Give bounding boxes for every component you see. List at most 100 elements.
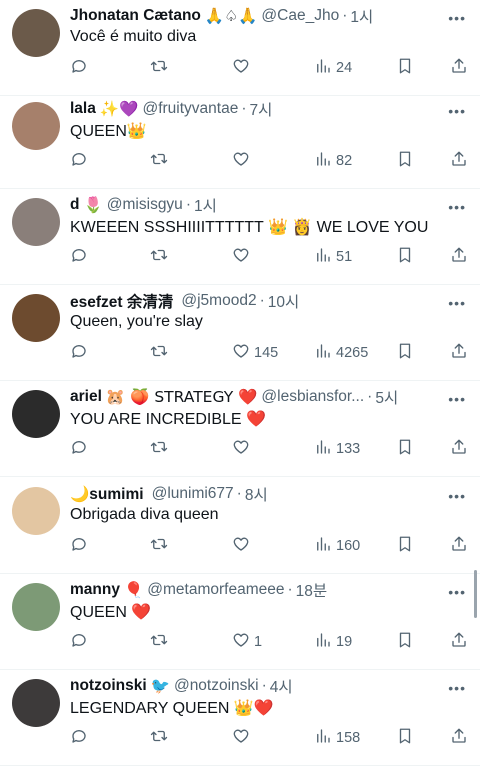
- bookmark-button[interactable]: [396, 58, 414, 78]
- avatar[interactable]: [12, 583, 60, 631]
- views-button[interactable]: 158: [314, 728, 360, 748]
- share-button[interactable]: [450, 151, 468, 171]
- tweet-item[interactable]: d 🌷 @misisgyu · 1시 ••• KWEEEN SSSHIIIITT…: [0, 189, 480, 285]
- reply-button[interactable]: [70, 728, 92, 748]
- tweet-item[interactable]: ariel 🐹 🍑 STRATEGY ❤️ @lesbiansfor... · …: [0, 381, 480, 477]
- like-button[interactable]: [232, 151, 254, 171]
- avatar[interactable]: [12, 487, 60, 535]
- bookmark-button[interactable]: [396, 632, 414, 652]
- like-button[interactable]: 1: [232, 632, 262, 652]
- like-button[interactable]: [232, 247, 254, 267]
- author-handle[interactable]: @fruityvantae: [142, 100, 238, 118]
- scrollbar[interactable]: [474, 570, 477, 618]
- author-name[interactable]: 🌙sumimi: [70, 485, 144, 504]
- author-name[interactable]: d: [70, 196, 79, 214]
- reply-icon: [70, 727, 88, 749]
- bookmark-button[interactable]: [396, 151, 414, 171]
- reply-icon: [70, 57, 88, 79]
- like-count: 145: [254, 345, 279, 361]
- more-icon[interactable]: •••: [448, 295, 466, 311]
- author-name[interactable]: esefzet 余清清: [70, 290, 173, 312]
- like-button[interactable]: [232, 58, 254, 78]
- author-handle[interactable]: @Cae_Jho: [261, 7, 339, 25]
- tweet-item[interactable]: esefzet 余清清 @j5mood2 · 10시 ••• Queen, yo…: [0, 285, 480, 381]
- bookmark-button[interactable]: [396, 439, 414, 459]
- retweet-button[interactable]: [150, 343, 172, 363]
- author-handle[interactable]: @misisgyu: [107, 196, 183, 214]
- timestamp[interactable]: 7시: [250, 98, 273, 120]
- views-button[interactable]: 24: [314, 58, 352, 78]
- author-name[interactable]: ariel: [70, 388, 102, 406]
- bookmark-button[interactable]: [396, 728, 414, 748]
- timestamp[interactable]: 1시: [194, 194, 217, 216]
- more-icon[interactable]: •••: [448, 584, 466, 600]
- like-button[interactable]: 145: [232, 343, 278, 363]
- bookmark-button[interactable]: [396, 343, 414, 363]
- author-handle[interactable]: @lesbiansfor...: [261, 388, 364, 406]
- timestamp[interactable]: 1시: [350, 5, 373, 27]
- views-button[interactable]: 4265: [314, 343, 368, 363]
- tweet-item[interactable]: notzoinski 🐦 @notzoinski · 4시 ••• LEGEND…: [0, 670, 480, 766]
- retweet-button[interactable]: [150, 58, 172, 78]
- author-handle[interactable]: @notzoinski: [174, 677, 259, 695]
- share-button[interactable]: [450, 632, 468, 652]
- reply-button[interactable]: [70, 343, 92, 363]
- author-handle[interactable]: @lunimi677: [152, 485, 234, 503]
- timestamp[interactable]: 10시: [268, 290, 300, 312]
- more-icon[interactable]: •••: [448, 680, 466, 696]
- like-button[interactable]: [232, 536, 254, 556]
- views-button[interactable]: 82: [314, 151, 352, 171]
- author-name[interactable]: lala: [70, 100, 96, 118]
- tweet-item[interactable]: 🌙sumimi @lunimi677 · 8시 ••• Obrigada div…: [0, 478, 480, 574]
- more-icon[interactable]: •••: [448, 103, 466, 119]
- more-icon[interactable]: •••: [448, 199, 466, 215]
- tweet-item[interactable]: lala ✨💜 @fruityvantae · 7시 ••• QUEEN👑 82: [0, 93, 480, 189]
- like-button[interactable]: [232, 728, 254, 748]
- share-button[interactable]: [450, 343, 468, 363]
- retweet-button[interactable]: [150, 439, 172, 459]
- share-button[interactable]: [450, 728, 468, 748]
- author-name[interactable]: Jhonatan Cætano: [70, 7, 201, 25]
- tweet-item[interactable]: manny 🎈 @metamorfeameee · 18분 ••• QUEEN …: [0, 574, 480, 670]
- reply-button[interactable]: [70, 632, 92, 652]
- avatar[interactable]: [12, 102, 60, 150]
- more-icon[interactable]: •••: [448, 10, 466, 26]
- reply-button[interactable]: [70, 536, 92, 556]
- reply-button[interactable]: [70, 247, 92, 267]
- more-icon[interactable]: •••: [448, 391, 466, 407]
- share-button[interactable]: [450, 536, 468, 556]
- retweet-button[interactable]: [150, 728, 172, 748]
- avatar[interactable]: [12, 198, 60, 246]
- timestamp[interactable]: 5시: [375, 386, 398, 408]
- reply-button[interactable]: [70, 439, 92, 459]
- timestamp[interactable]: 18분: [296, 579, 328, 601]
- views-button[interactable]: 51: [314, 247, 352, 267]
- retweet-button[interactable]: [150, 247, 172, 267]
- tweet-item[interactable]: Jhonatan Cætano 🙏♤🙏 @Cae_Jho · 1시 ••• Vo…: [0, 0, 480, 96]
- author-name[interactable]: notzoinski: [70, 677, 147, 695]
- author-handle[interactable]: @metamorfeameee: [147, 581, 284, 599]
- retweet-button[interactable]: [150, 151, 172, 171]
- author-name[interactable]: manny: [70, 581, 120, 599]
- share-button[interactable]: [450, 247, 468, 267]
- timestamp[interactable]: 4시: [270, 675, 293, 697]
- retweet-button[interactable]: [150, 632, 172, 652]
- more-icon[interactable]: •••: [448, 488, 466, 504]
- bookmark-button[interactable]: [396, 247, 414, 267]
- like-button[interactable]: [232, 439, 254, 459]
- views-button[interactable]: 19: [314, 632, 352, 652]
- bookmark-button[interactable]: [396, 536, 414, 556]
- views-button[interactable]: 160: [314, 536, 360, 556]
- timestamp[interactable]: 8시: [245, 483, 268, 505]
- reply-button[interactable]: [70, 58, 92, 78]
- views-button[interactable]: 133: [314, 439, 360, 459]
- avatar[interactable]: [12, 9, 60, 57]
- share-button[interactable]: [450, 58, 468, 78]
- avatar[interactable]: [12, 294, 60, 342]
- retweet-button[interactable]: [150, 536, 172, 556]
- reply-button[interactable]: [70, 151, 92, 171]
- avatar[interactable]: [12, 679, 60, 727]
- avatar[interactable]: [12, 390, 60, 438]
- share-button[interactable]: [450, 439, 468, 459]
- author-handle[interactable]: @j5mood2: [181, 292, 256, 310]
